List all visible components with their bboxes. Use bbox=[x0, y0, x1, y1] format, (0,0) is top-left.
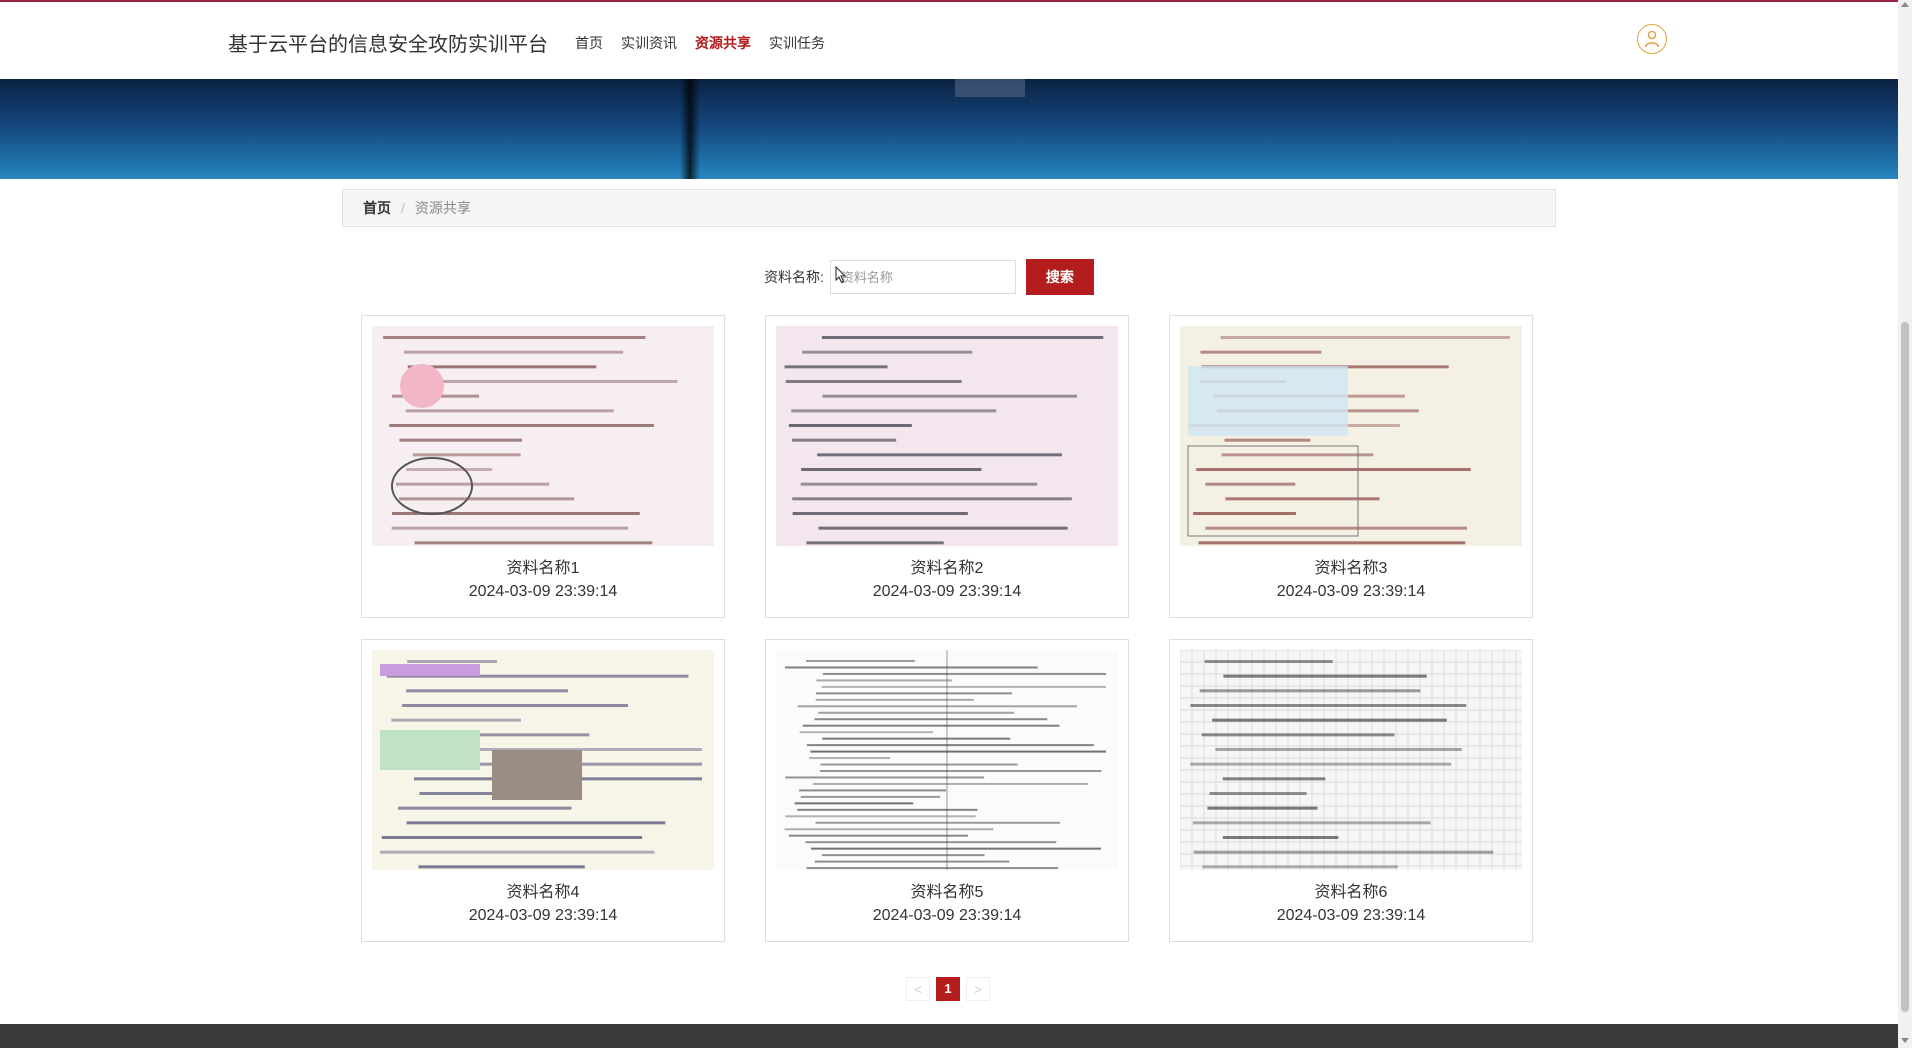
nav-item-news[interactable]: 实训资讯 bbox=[621, 33, 677, 53]
pagination-prev-button[interactable]: < bbox=[906, 977, 930, 1001]
resource-thumbnail[interactable] bbox=[372, 326, 714, 546]
breadcrumb-current: 资源共享 bbox=[414, 200, 471, 216]
nav-item-home[interactable]: 首页 bbox=[575, 33, 603, 53]
resource-thumbnail[interactable] bbox=[372, 650, 714, 870]
nav-item-resources[interactable]: 资源共享 bbox=[695, 33, 751, 53]
mouse-cursor-icon bbox=[835, 266, 847, 284]
scroll-up-arrow-icon[interactable] bbox=[1901, 2, 1909, 7]
note-image bbox=[372, 650, 714, 870]
pagination-next-button[interactable]: > bbox=[966, 977, 990, 1001]
resource-thumbnail[interactable] bbox=[1180, 326, 1522, 546]
site-header: 基于云平台的信息安全攻防实训平台 首页 实训资讯 资源共享 实训任务 bbox=[0, 2, 1898, 79]
note-image bbox=[1180, 650, 1522, 870]
resource-name[interactable]: 资料名称2 bbox=[766, 554, 1128, 578]
breadcrumb-separator: / bbox=[401, 200, 405, 216]
search-label: 资料名称: bbox=[764, 269, 824, 285]
site-title[interactable]: 基于云平台的信息安全攻防实训平台 bbox=[228, 28, 548, 57]
main-nav: 首页 实训资讯 资源共享 实训任务 bbox=[575, 33, 825, 53]
resource-card[interactable]: 资料名称3 2024-03-09 23:39:14 bbox=[1169, 315, 1533, 618]
resource-date: 2024-03-09 23:39:14 bbox=[468, 907, 618, 924]
note-image bbox=[776, 326, 1118, 546]
site-footer bbox=[0, 1024, 1898, 1048]
resource-card[interactable]: 资料名称4 2024-03-09 23:39:14 bbox=[361, 639, 725, 942]
resource-name[interactable]: 资料名称5 bbox=[766, 878, 1128, 902]
resource-name[interactable]: 资料名称4 bbox=[362, 878, 724, 902]
resource-name[interactable]: 资料名称1 bbox=[362, 554, 724, 578]
resource-card[interactable]: 资料名称1 2024-03-09 23:39:14 bbox=[361, 315, 725, 618]
nav-item-tasks[interactable]: 实训任务 bbox=[769, 33, 825, 53]
resource-card[interactable]: 资料名称5 2024-03-09 23:39:14 bbox=[765, 639, 1129, 942]
scrollbar-thumb[interactable] bbox=[1901, 322, 1909, 1012]
search-button[interactable]: 搜索 bbox=[1025, 259, 1094, 295]
resource-date: 2024-03-09 23:39:14 bbox=[468, 583, 618, 600]
user-avatar-button[interactable] bbox=[1637, 24, 1667, 54]
resource-date: 2024-03-09 23:39:14 bbox=[872, 907, 1022, 924]
resource-date: 2024-03-09 23:39:14 bbox=[1276, 583, 1426, 600]
user-circle-icon bbox=[1644, 30, 1660, 48]
breadcrumb: 首页 / 资源共享 bbox=[342, 189, 1556, 227]
note-image bbox=[372, 326, 714, 546]
resource-thumbnail[interactable] bbox=[776, 326, 1118, 546]
page-scrollbar[interactable] bbox=[1898, 0, 1912, 1048]
note-image bbox=[776, 650, 1118, 870]
search-bar: 资料名称: 搜索 bbox=[764, 259, 1094, 295]
resource-card[interactable]: 资料名称2 2024-03-09 23:39:14 bbox=[765, 315, 1129, 618]
resource-date: 2024-03-09 23:39:14 bbox=[1276, 907, 1426, 924]
resource-card[interactable]: 资料名称6 2024-03-09 23:39:14 bbox=[1169, 639, 1533, 942]
pagination-page-current[interactable]: 1 bbox=[936, 977, 960, 1001]
scroll-down-arrow-icon[interactable] bbox=[1901, 1038, 1909, 1043]
resource-name[interactable]: 资料名称3 bbox=[1170, 554, 1532, 578]
resource-thumbnail[interactable] bbox=[1180, 650, 1522, 870]
resource-thumbnail[interactable] bbox=[776, 650, 1118, 870]
resource-date: 2024-03-09 23:39:14 bbox=[872, 583, 1022, 600]
breadcrumb-home-link[interactable]: 首页 bbox=[363, 198, 391, 218]
resource-name[interactable]: 资料名称6 bbox=[1170, 878, 1532, 902]
note-image bbox=[1180, 326, 1522, 546]
search-input[interactable] bbox=[829, 260, 1016, 294]
page-banner bbox=[0, 79, 1898, 179]
pagination: < 1 > bbox=[906, 977, 990, 1001]
